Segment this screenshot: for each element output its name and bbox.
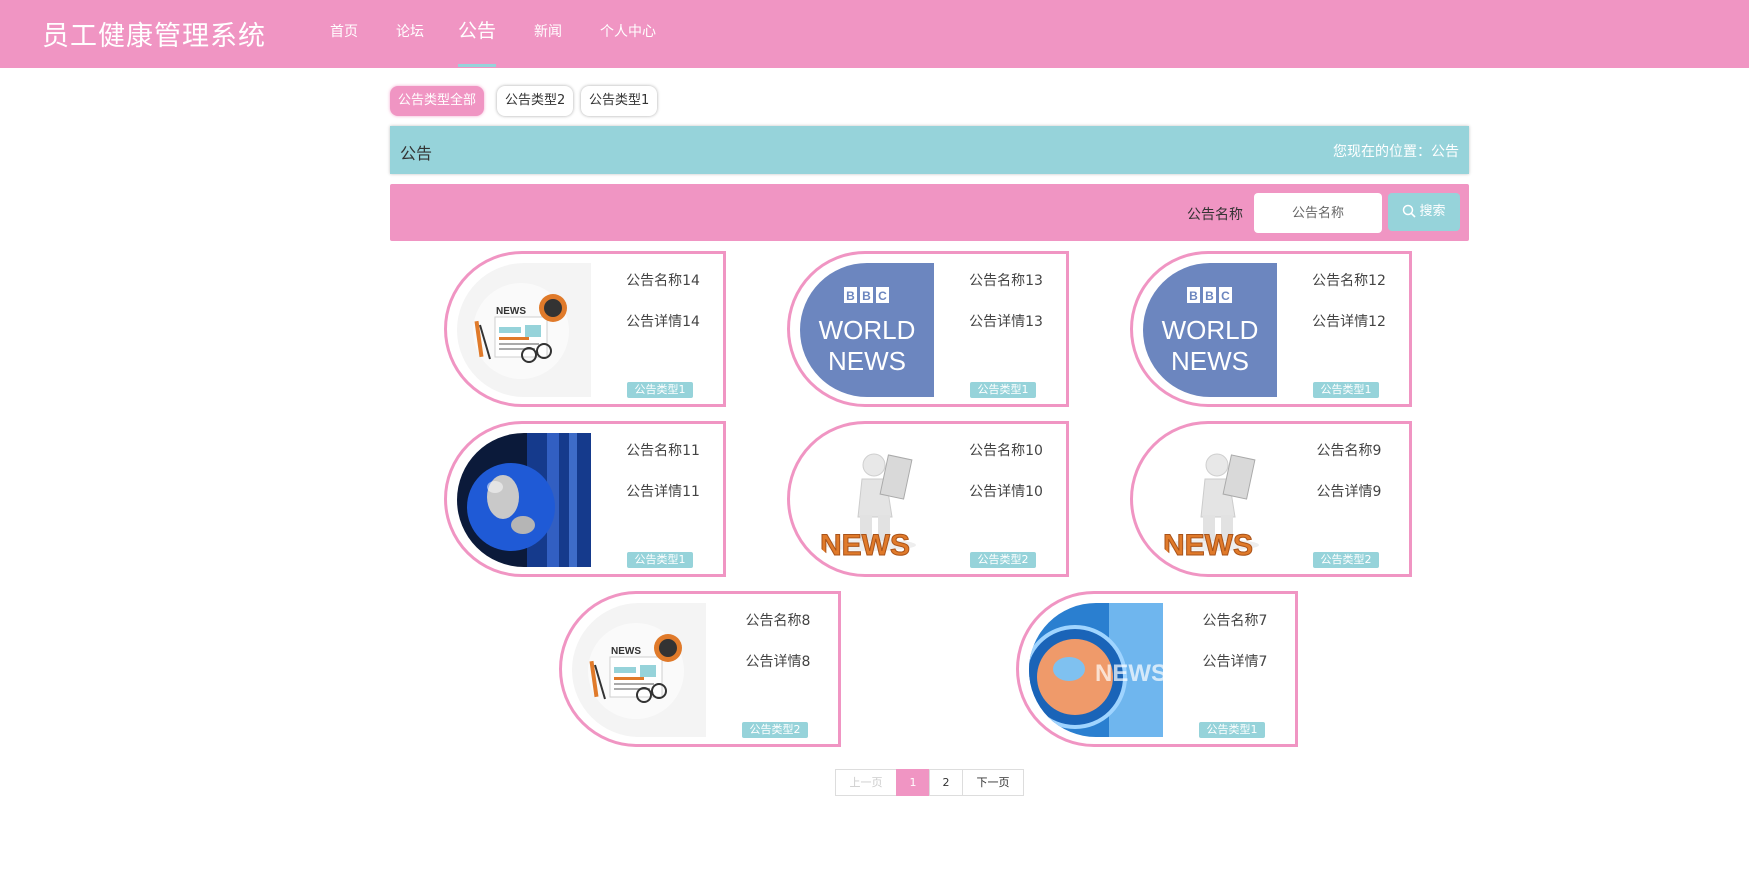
card-detail: 公告详情13	[969, 314, 1043, 330]
page-1-button[interactable]: 1	[896, 769, 930, 796]
card-image-news-paper: NEWS	[572, 603, 706, 737]
news-paper-word: NEWS	[496, 306, 526, 317]
news-3d-word: NEWS	[820, 529, 910, 562]
card-detail: 公告详情14	[626, 314, 700, 330]
filter-all-types[interactable]: 公告类型全部	[390, 86, 485, 116]
section-title-bar: 公告 您现在的位置：公告	[390, 126, 1469, 174]
announcement-card[interactable]: NEWS 公告名称8 公告详情8 公告类型2	[559, 591, 841, 747]
filter-type-1[interactable]: 公告类型1	[581, 86, 658, 116]
card-detail: 公告详情12	[1312, 314, 1386, 330]
search-input[interactable]	[1254, 193, 1382, 233]
bbc-letter: C	[878, 289, 887, 303]
news-paper-word: NEWS	[611, 646, 641, 657]
announcement-card[interactable]: B B C WORLD NEWS 公告名称13 公告详情13 公告类型1	[787, 251, 1069, 407]
card-name: 公告名称12	[1312, 273, 1386, 289]
card-image-man-reading-news: NEWS	[1143, 433, 1277, 567]
card-type-badge: 公告类型1	[1313, 382, 1379, 398]
card-detail: 公告详情9	[1316, 484, 1382, 500]
announcement-card[interactable]: 公告名称11 公告详情11 公告类型1	[444, 421, 726, 577]
card-name: 公告名称9	[1316, 443, 1382, 459]
blue-news-word: NEWS	[1095, 660, 1163, 687]
next-page-button[interactable]: 下一页	[962, 769, 1024, 796]
breadcrumb: 您现在的位置：公告	[1333, 144, 1459, 160]
card-name: 公告名称10	[969, 443, 1043, 459]
card-image-news-paper: NEWS	[457, 263, 591, 397]
news-3d-word: NEWS	[1163, 529, 1253, 562]
card-type-badge: 公告类型1	[627, 382, 693, 398]
card-name: 公告名称14	[626, 273, 700, 289]
card-type-badge: 公告类型1	[1199, 722, 1265, 738]
card-image-bbc-world-news: B B C WORLD NEWS	[800, 263, 934, 397]
card-type-badge: 公告类型1	[627, 552, 693, 568]
prev-page-button[interactable]: 上一页	[835, 769, 897, 796]
nav-personal-center[interactable]: 个人中心	[600, 0, 656, 64]
search-button-label: 搜索	[1419, 204, 1446, 219]
bbc-letter: B	[862, 289, 871, 303]
nav-home[interactable]: 首页	[330, 0, 358, 64]
bbc-world-text: WORLD	[819, 315, 916, 345]
announcement-card[interactable]: NEWS 公告名称14 公告详情14 公告类型1	[444, 251, 726, 407]
bbc-letter: C	[1221, 289, 1230, 303]
card-image-globe	[457, 433, 591, 567]
card-type-badge: 公告类型2	[970, 552, 1036, 568]
nav-announcement[interactable]: 公告	[458, 0, 497, 67]
card-detail: 公告详情7	[1202, 654, 1268, 670]
announcement-card[interactable]: NEWS 公告名称9 公告详情9 公告类型2	[1130, 421, 1412, 577]
bbc-news-text: NEWS	[828, 346, 906, 376]
card-image-man-reading-news: NEWS	[800, 433, 934, 567]
card-name: 公告名称13	[969, 273, 1043, 289]
announcement-card[interactable]: B B C WORLD NEWS 公告名称12 公告详情12 公告类型1	[1130, 251, 1412, 407]
search-label: 公告名称	[1187, 207, 1243, 223]
search-button[interactable]: 搜索	[1388, 193, 1460, 231]
card-image-blue-globe: NEWS	[1029, 603, 1163, 737]
search-icon	[1403, 204, 1417, 218]
card-detail: 公告详情10	[969, 484, 1043, 500]
bbc-letter: B	[1205, 289, 1214, 303]
card-name: 公告名称8	[745, 613, 811, 629]
bbc-world-text: WORLD	[1162, 315, 1259, 345]
site-title: 员工健康管理系统	[42, 21, 266, 52]
announcement-card[interactable]: NEWS 公告名称7 公告详情7 公告类型1	[1016, 591, 1298, 747]
top-navbar: 员工健康管理系统 首页 论坛 公告 新闻 个人中心	[0, 0, 1749, 68]
search-bar: 公告名称 搜索	[390, 184, 1469, 241]
bbc-news-text: NEWS	[1171, 346, 1249, 376]
card-type-badge: 公告类型1	[970, 382, 1036, 398]
card-type-badge: 公告类型2	[742, 722, 808, 738]
announcement-card[interactable]: NEWS 公告名称10 公告详情10 公告类型2	[787, 421, 1069, 577]
nav-forum[interactable]: 论坛	[396, 0, 424, 64]
filter-type-2[interactable]: 公告类型2	[497, 86, 574, 116]
card-type-badge: 公告类型2	[1313, 552, 1379, 568]
card-detail: 公告详情8	[745, 654, 811, 670]
card-image-bbc-world-news: B B C WORLD NEWS	[1143, 263, 1277, 397]
section-title: 公告	[400, 144, 433, 163]
page-2-button[interactable]: 2	[929, 769, 963, 796]
card-detail: 公告详情11	[626, 484, 700, 500]
card-name: 公告名称11	[626, 443, 700, 459]
bbc-letter: B	[1189, 289, 1198, 303]
card-name: 公告名称7	[1202, 613, 1268, 629]
nav-news[interactable]: 新闻	[534, 0, 562, 64]
bbc-letter: B	[846, 289, 855, 303]
